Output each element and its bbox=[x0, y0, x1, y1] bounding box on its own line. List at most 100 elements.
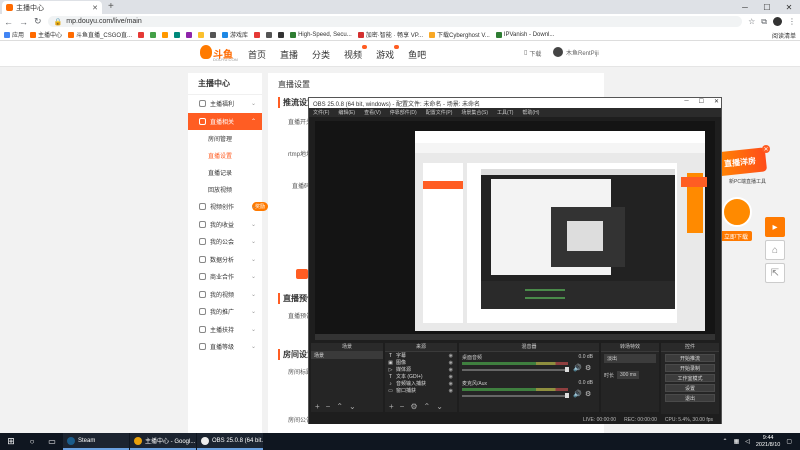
sidebar-item[interactable]: 我的公会 ⌄ bbox=[188, 233, 262, 251]
profile-avatar[interactable] bbox=[773, 17, 782, 26]
bookmark-item[interactable] bbox=[210, 31, 217, 38]
obs-menu-item[interactable]: 场景集合(S) bbox=[461, 109, 488, 116]
new-tab-icon[interactable]: + bbox=[108, 1, 114, 12]
control-button[interactable]: 工作室模式 bbox=[665, 374, 715, 382]
nav-yuba[interactable]: 鱼吧 bbox=[408, 48, 426, 61]
forward-icon[interactable]: → bbox=[19, 17, 28, 27]
sidebar-sub-room[interactable]: 房间管理 bbox=[188, 130, 262, 147]
control-button[interactable]: 开始录制 bbox=[665, 364, 715, 372]
bookmark-item[interactable] bbox=[174, 31, 181, 38]
volume-slider[interactable] bbox=[462, 395, 568, 397]
obs-menu-item[interactable]: 配置文件(P) bbox=[426, 109, 453, 116]
url-input[interactable]: 🔒 mp.douyu.com/live/main bbox=[47, 16, 743, 27]
taskbar-app[interactable]: 主播中心 - Googl... bbox=[130, 433, 196, 450]
obs-menu-item[interactable]: 编辑(E) bbox=[338, 109, 355, 116]
control-button[interactable]: 退出 bbox=[665, 394, 715, 402]
volume-slider[interactable] bbox=[462, 369, 568, 371]
eye-icon[interactable]: ◉ bbox=[449, 381, 453, 387]
obs-preview[interactable] bbox=[315, 121, 715, 334]
sidebar-sub-replay[interactable]: 回放视频 bbox=[188, 181, 262, 198]
bookmark-item[interactable] bbox=[198, 31, 205, 38]
star-icon[interactable]: ☆ bbox=[748, 17, 755, 26]
sidebar-sub-live-settings[interactable]: 直播设置 bbox=[188, 147, 262, 164]
taskbar-app[interactable]: OBS 25.0.8 (64 bit... bbox=[197, 433, 263, 450]
gear-icon[interactable]: ⚙ bbox=[410, 402, 417, 412]
source-item[interactable]: ▷ 媒体源 ◉ bbox=[385, 366, 457, 374]
extensions-icon[interactable]: ⧉ bbox=[761, 17, 767, 27]
source-item[interactable]: T 字幕 ◉ bbox=[385, 352, 457, 360]
nav-video[interactable]: 视频 bbox=[344, 45, 368, 61]
volume-icon[interactable]: ◁ bbox=[745, 438, 750, 445]
speaker-icon[interactable]: 🔊 bbox=[573, 390, 582, 398]
bookmark-item[interactable] bbox=[266, 31, 273, 38]
bookmark-item[interactable]: 主播中心 bbox=[30, 30, 62, 39]
volume-knob[interactable] bbox=[565, 393, 569, 398]
bookmark-item[interactable]: 应用 bbox=[4, 30, 24, 39]
menu-icon[interactable]: ⋮ bbox=[788, 17, 796, 26]
close-icon[interactable]: ✕ bbox=[714, 98, 719, 105]
obs-menu-item[interactable]: 查看(V) bbox=[364, 109, 381, 116]
play-icon[interactable] bbox=[296, 269, 308, 279]
transition-select[interactable]: 淡出 bbox=[604, 354, 656, 363]
scene-item[interactable]: 场景 bbox=[311, 352, 383, 359]
obs-menu-item[interactable]: 停靠部件(D) bbox=[390, 109, 417, 116]
minimize-icon[interactable]: ─ bbox=[734, 0, 756, 14]
tab-douyu[interactable]: 主播中心 ✕ bbox=[2, 1, 102, 14]
obs-menu-item[interactable]: 帮助(H) bbox=[522, 109, 539, 116]
source-item[interactable]: ♪ 音频输入捕获 ◉ bbox=[385, 380, 457, 388]
windows-start-icon[interactable]: ⊞ bbox=[0, 433, 22, 450]
close-window-icon[interactable]: ✕ bbox=[778, 0, 800, 14]
gear-icon[interactable]: ⚙ bbox=[585, 364, 591, 372]
down-icon[interactable]: ⌄ bbox=[436, 402, 443, 412]
obs-menu-item[interactable]: 工具(T) bbox=[497, 109, 513, 116]
gear-icon[interactable]: ⚙ bbox=[585, 390, 591, 398]
eye-icon[interactable]: ◉ bbox=[449, 360, 453, 366]
sidebar-sub-records[interactable]: 直播记录 bbox=[188, 164, 262, 181]
ad-download-button[interactable]: 立即下载 bbox=[720, 231, 752, 241]
add-icon[interactable]: + bbox=[315, 402, 320, 412]
task-view-icon[interactable]: ▭ bbox=[42, 433, 62, 450]
source-item[interactable]: T 文本 (GDI+) ◉ bbox=[385, 373, 457, 381]
source-item[interactable]: ▣ 图像 ◉ bbox=[385, 359, 457, 367]
eye-icon[interactable]: ◉ bbox=[449, 388, 453, 394]
reload-icon[interactable]: ↻ bbox=[34, 16, 42, 27]
network-icon[interactable]: ▦ bbox=[734, 438, 740, 445]
bookmark-item[interactable]: High-Speed, Secu... bbox=[290, 31, 352, 38]
duration-input[interactable]: 300 ms bbox=[617, 371, 640, 379]
sidebar-item-live[interactable]: 直播相关 ⌃ bbox=[188, 112, 262, 130]
maximize-icon[interactable]: ☐ bbox=[699, 98, 704, 105]
close-ad-icon[interactable]: ✕ bbox=[762, 145, 770, 153]
nav-category[interactable]: 分类 bbox=[312, 48, 330, 61]
sidebar-item[interactable]: 视频创作 奖励 ⌄ bbox=[188, 198, 268, 216]
control-button[interactable]: 设置 bbox=[665, 384, 715, 392]
sidebar-item[interactable]: 直播等级 ⌄ bbox=[188, 338, 262, 356]
bookmark-item[interactable] bbox=[162, 31, 169, 38]
nav-home[interactable]: 首页 bbox=[248, 48, 266, 61]
bookmark-item[interactable] bbox=[138, 31, 145, 38]
play-icon[interactable]: ▸ bbox=[765, 217, 785, 237]
download-link[interactable]: ▯ 下载 bbox=[524, 49, 541, 58]
sidebar-item[interactable]: 我的推广 ⌄ bbox=[188, 303, 262, 321]
obs-menu-item[interactable]: 文件(F) bbox=[313, 109, 329, 116]
user-menu[interactable]: 木鱼RentPiji bbox=[553, 47, 599, 57]
taskbar-app[interactable]: Steam bbox=[63, 433, 129, 450]
close-tab-icon[interactable]: ✕ bbox=[92, 4, 98, 12]
bookmark-item[interactable] bbox=[186, 31, 193, 38]
sidebar-item[interactable]: 数据分析 ⌄ bbox=[188, 251, 262, 269]
back-icon[interactable]: ← bbox=[4, 17, 13, 27]
notification-icon[interactable]: ▢ bbox=[786, 438, 792, 445]
reading-list[interactable]: 阅读清单 bbox=[772, 31, 796, 40]
tray-arrow-icon[interactable]: ⌃ bbox=[723, 438, 728, 445]
bookmark-item[interactable] bbox=[278, 31, 285, 38]
share-icon[interactable]: ⇱ bbox=[765, 263, 785, 283]
search-icon[interactable]: ○ bbox=[22, 433, 42, 450]
bookmark-item[interactable] bbox=[150, 31, 157, 38]
remove-icon[interactable]: − bbox=[400, 402, 405, 412]
sidebar-item[interactable]: 我的视频 ⌄ bbox=[188, 286, 262, 304]
bookmark-item[interactable]: 加密·智能 · 畅享 VP... bbox=[357, 30, 423, 39]
clock[interactable]: 9:44 2021/8/10 bbox=[756, 435, 780, 449]
eye-icon[interactable]: ◉ bbox=[449, 353, 453, 359]
bookmark-item[interactable]: 下载Cyberghost V... bbox=[429, 30, 490, 39]
add-icon[interactable]: + bbox=[389, 402, 394, 412]
remove-icon[interactable]: − bbox=[326, 402, 331, 412]
